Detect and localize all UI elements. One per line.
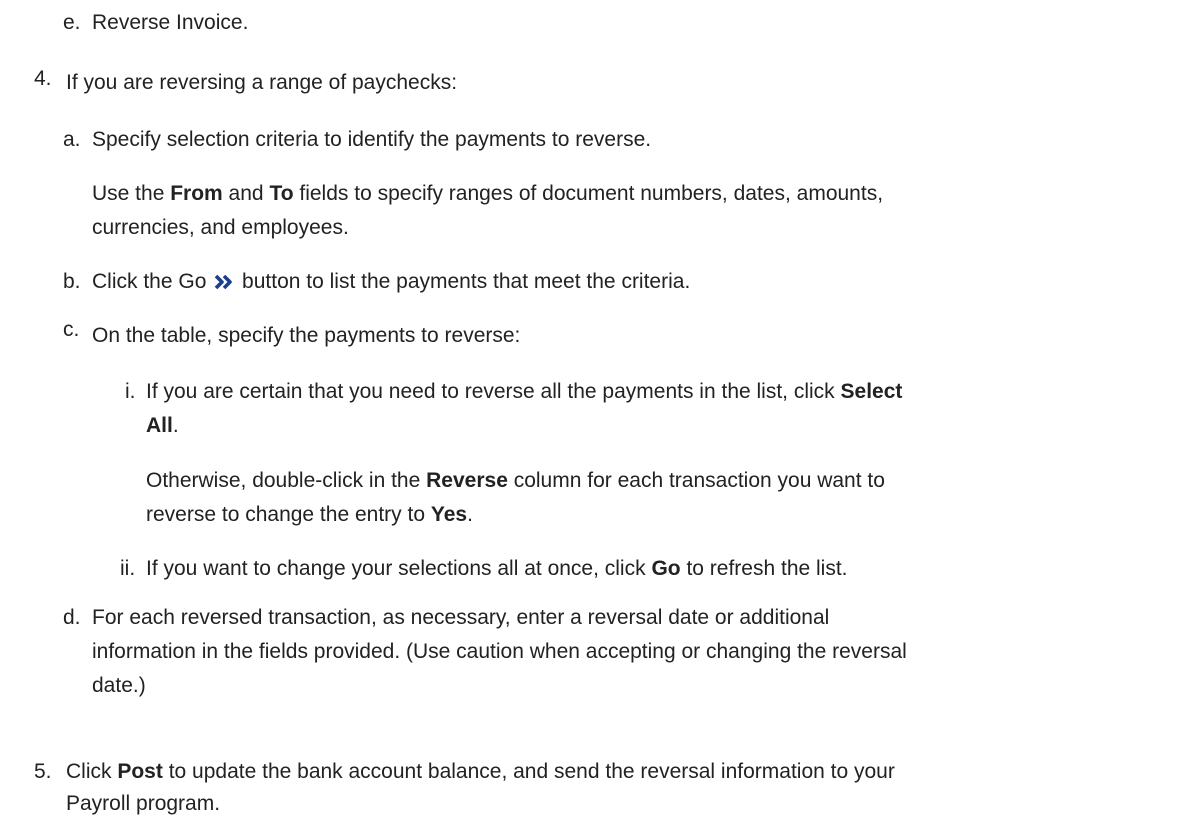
ui-term-yes: Yes — [430, 503, 468, 526]
note-text: . — [467, 503, 473, 526]
list-marker: i. — [125, 380, 136, 403]
note-text: fields to specify ranges of document num… — [293, 182, 884, 205]
step-text-part: If you want to change your selections al… — [146, 557, 652, 580]
step-text: All. — [146, 409, 179, 443]
step-text: Click Post to update the bank account ba… — [66, 755, 895, 789]
step-note: Use the From and To fields to specify ra… — [92, 177, 883, 211]
step-text: Specify selection criteria to identify t… — [92, 128, 652, 151]
note-text: column for each transaction you want to — [507, 469, 885, 492]
step-text-part: to refresh the list. — [680, 557, 848, 580]
step-text: If you want to change your selections al… — [146, 552, 848, 586]
step-text-part: If you are certain that you need to reve… — [146, 380, 841, 403]
step-text: If you are reversing a range of paycheck… — [66, 71, 458, 94]
step-text-part: Click — [66, 760, 118, 783]
list-marker: a. — [63, 128, 81, 151]
ui-term-from: From — [170, 182, 223, 205]
note-text: Otherwise, double-click in the — [146, 469, 427, 492]
step-text: If you are certain that you need to reve… — [146, 375, 902, 409]
ui-term-go: Go — [651, 557, 681, 580]
note-text: reverse to change the entry to — [146, 503, 431, 526]
step-text: On the table, specify the payments to re… — [92, 324, 521, 347]
ui-term-to: To — [269, 182, 294, 205]
step-text: Click the Go button to list the payments… — [92, 265, 690, 301]
ui-term-select: Select — [840, 380, 903, 403]
list-marker: 4. — [34, 67, 52, 90]
step-text: Reverse Invoice. — [92, 11, 249, 34]
list-marker: b. — [63, 270, 81, 293]
step-note: Otherwise, double-click in the Reverse c… — [146, 464, 885, 498]
step-text-part: Click the Go — [92, 270, 213, 293]
note-text: currencies, and employees. — [92, 216, 349, 239]
step-text-part: . — [172, 414, 179, 437]
list-marker: e. — [63, 11, 81, 34]
list-marker: d. — [63, 606, 81, 629]
list-marker: c. — [63, 318, 80, 341]
step-text-part: button to list the payments that meet th… — [236, 270, 691, 293]
step-text: information in the fields provided. (Use… — [92, 640, 907, 663]
double-chevron-right-icon — [214, 267, 234, 301]
list-marker: 5. — [34, 760, 52, 783]
step-note: reverse to change the entry to Yes. — [146, 498, 473, 532]
step-text: For each reversed transaction, as necess… — [92, 606, 830, 629]
step-text-part: to update the bank account balance, and … — [162, 760, 895, 783]
note-text: and — [222, 182, 270, 205]
ui-term-reverse: Reverse — [426, 469, 508, 492]
list-marker: ii. — [120, 557, 136, 580]
ui-term-all: All — [146, 414, 173, 437]
ui-term-post: Post — [117, 760, 163, 783]
step-text: Payroll program. — [66, 792, 221, 815]
step-text: date.) — [92, 674, 146, 697]
note-text: Use the — [92, 182, 171, 205]
